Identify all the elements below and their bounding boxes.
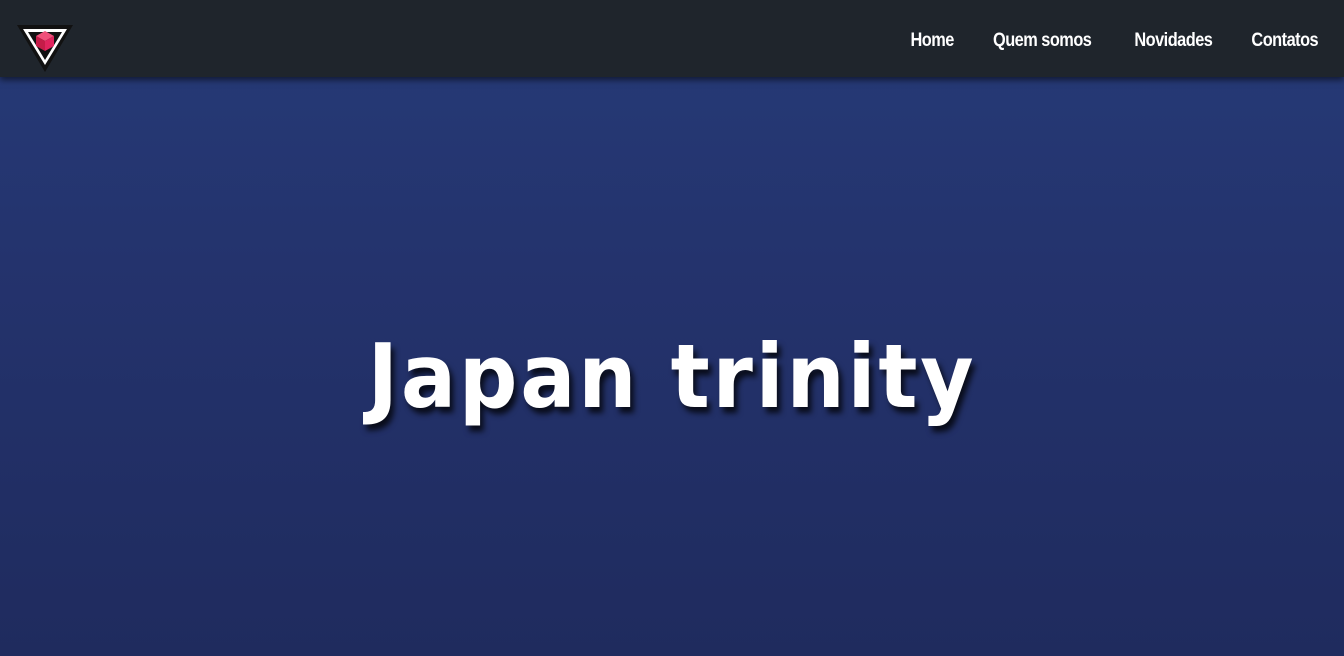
nav-link-home[interactable]: Home xyxy=(911,30,955,52)
logo-icon[interactable] xyxy=(15,22,75,76)
hero-title: Japan trinity xyxy=(367,325,977,428)
main-navigation: Home Quem somos Novidades Contatos xyxy=(907,0,1324,82)
hero-section: Japan trinity xyxy=(0,77,1344,656)
top-navbar: Home Quem somos Novidades Contatos xyxy=(0,0,1344,77)
nav-link-novidades[interactable]: Novidades xyxy=(1134,30,1213,52)
nav-link-contatos[interactable]: Contatos xyxy=(1252,30,1319,52)
nav-link-quem-somos[interactable]: Quem somos xyxy=(993,30,1092,52)
